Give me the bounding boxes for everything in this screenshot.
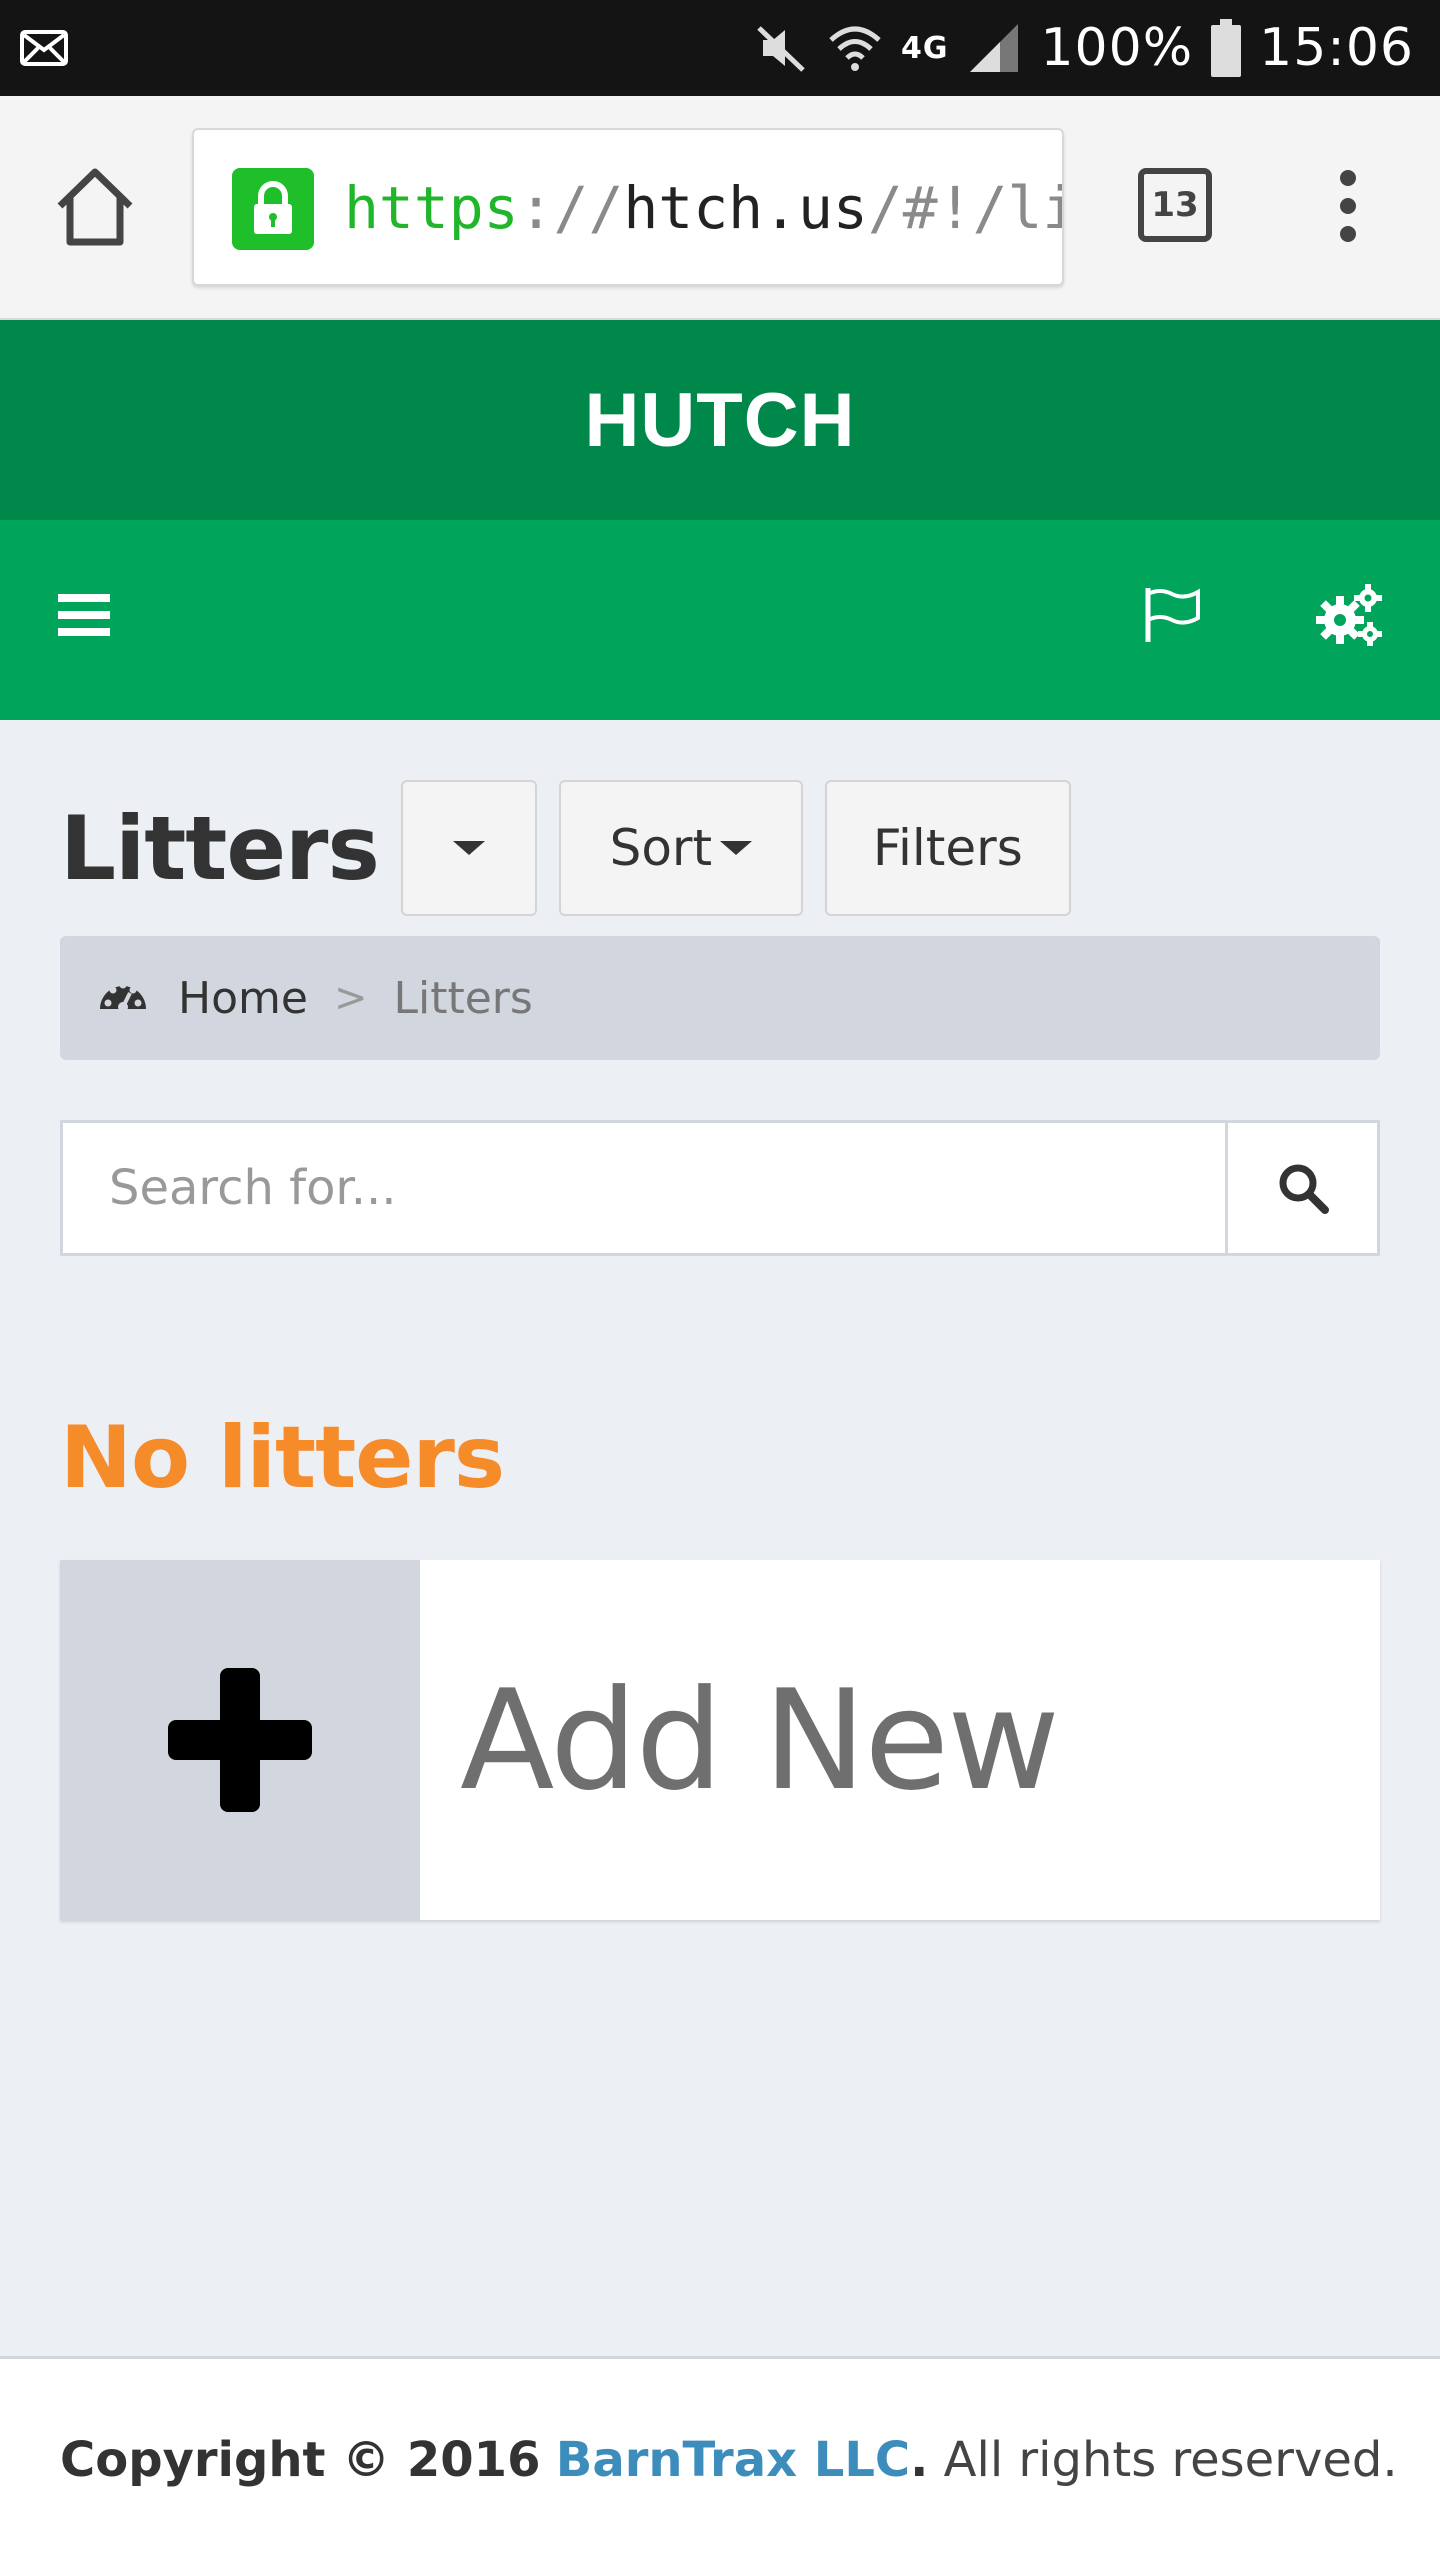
app-header: HUTCH [0, 320, 1440, 520]
caret-down-icon [720, 841, 753, 855]
search-input[interactable] [63, 1123, 1225, 1253]
mute-icon [757, 26, 805, 72]
breadcrumb: Home > Litters [60, 936, 1380, 1060]
breadcrumb-separator: > [333, 975, 368, 1021]
footer: Copyright © 2016 BarnTrax LLC. All right… [0, 2356, 1440, 2560]
wifi-icon [829, 26, 881, 71]
add-new-card[interactable]: Add New [60, 1560, 1380, 1920]
add-new-label: Add New [460, 1659, 1060, 1821]
footer-period: . [910, 2431, 929, 2488]
breadcrumb-current: Litters [393, 972, 533, 1024]
url-text: https://htch.us/#!/litte [344, 170, 1062, 246]
signal-icon [970, 24, 1019, 72]
breadcrumb-home-link[interactable]: Home [178, 973, 308, 1024]
rights-text: All rights reserved. [928, 2431, 1398, 2488]
status-bar: 4G 100% 15:06 [0, 0, 1440, 96]
app-title[interactable]: HUTCH [585, 377, 856, 464]
url-path: /#!/litte [867, 174, 1062, 242]
battery-percent: 100% [1040, 18, 1194, 78]
flag-icon[interactable] [1142, 584, 1204, 646]
url-host: htch.us [623, 174, 868, 242]
nav-bar [0, 520, 1440, 720]
caret-down-icon [452, 841, 485, 855]
battery-icon [1211, 19, 1242, 77]
dashboard-icon [100, 981, 146, 1012]
mail-icon [20, 30, 68, 66]
hamburger-menu-icon[interactable] [58, 592, 110, 638]
home-icon[interactable] [50, 162, 140, 252]
options-dropdown-button[interactable] [400, 780, 537, 916]
search-button[interactable] [1225, 1123, 1377, 1253]
brand-link[interactable]: BarnTrax LLC [556, 2432, 910, 2488]
filters-button[interactable]: Filters [824, 780, 1071, 916]
network-type: 4G [900, 30, 949, 66]
sort-button[interactable]: Sort [558, 780, 803, 916]
add-icon-box [60, 1560, 420, 1920]
url-scheme: https [344, 174, 519, 242]
copyright-text: Copyright © 2016 [60, 2431, 541, 2488]
address-bar[interactable]: https://htch.us/#!/litte [192, 128, 1064, 286]
overflow-menu-icon[interactable] [1326, 166, 1370, 246]
search-bar [60, 1120, 1380, 1256]
page-title: Litters [60, 796, 380, 900]
plus-icon [168, 1668, 312, 1812]
url-separator: :// [518, 174, 624, 242]
sort-label: Sort [609, 819, 713, 877]
browser-toolbar: https://htch.us/#!/litte 13 [0, 96, 1440, 320]
page-header: Litters Sort Filters [60, 780, 1093, 916]
lock-icon [232, 168, 314, 250]
tab-switcher-button[interactable]: 13 [1138, 168, 1212, 242]
empty-state-message: No litters [60, 1408, 505, 1508]
search-icon [1279, 1164, 1329, 1214]
clock: 15:06 [1259, 18, 1414, 78]
settings-gears-icon[interactable] [1316, 582, 1384, 650]
